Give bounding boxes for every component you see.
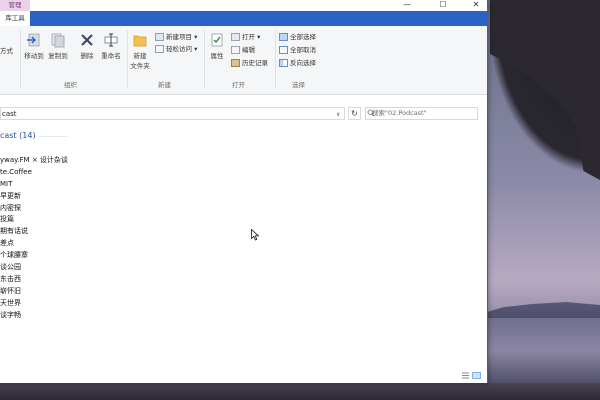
list-item[interactable]: 期有话说 <box>0 226 68 238</box>
edit-label: 编辑 <box>242 46 255 54</box>
easy-access-icon <box>155 45 164 53</box>
address-bar[interactable]: cast <box>0 107 345 120</box>
file-explorer-window: 管理 — ☐ ✕ 库工具 方式 移动到 复制到 删除 重命名 组织 新建 文件夹… <box>0 0 488 383</box>
copy-to-icon <box>51 33 65 48</box>
history-label: 历史记录 <box>242 59 268 67</box>
copy-to-button[interactable]: 复制到 <box>47 32 69 60</box>
select-all-button[interactable]: 全部选择 <box>279 32 316 42</box>
easy-access-button[interactable]: 轻松访问 ▾ <box>155 44 197 54</box>
select-all-label: 全部选择 <box>290 33 316 41</box>
rename-icon <box>104 33 118 47</box>
new-folder-button[interactable]: 新建 文件夹 <box>128 32 152 70</box>
group-label-new: 新建 <box>158 81 171 89</box>
delete-label: 删除 <box>80 52 94 60</box>
invert-selection-label: 反向选择 <box>290 59 316 67</box>
list-item[interactable]: 崭怀旧 <box>0 286 68 298</box>
list-item[interactable]: yway.FM × 设计杂谈 <box>0 155 68 167</box>
new-item-label: 新建项目 <box>166 33 192 41</box>
history-button[interactable]: 历史记录 <box>231 58 268 68</box>
open-icon <box>231 33 240 41</box>
new-folder-label: 新建 文件夹 <box>130 52 150 70</box>
refresh-button[interactable]: ↻ <box>348 107 361 120</box>
list-item[interactable]: te.Coffee <box>0 167 68 179</box>
rename-button[interactable]: 重命名 <box>99 32 123 60</box>
details-view-icon[interactable] <box>461 372 470 379</box>
search-placeholder: 搜索"02.Podcast" <box>372 109 427 117</box>
large-icons-view-icon[interactable] <box>472 372 481 379</box>
move-to-icon <box>27 33 40 47</box>
list-item[interactable]: 投篇 <box>0 214 68 226</box>
close-button[interactable]: ✕ <box>465 0 487 11</box>
new-folder-icon <box>133 35 147 47</box>
list-item[interactable]: 天世界 <box>0 298 68 310</box>
mouse-cursor-icon <box>251 229 259 241</box>
list-item[interactable]: 内密探 <box>0 203 68 215</box>
maximize-button[interactable]: ☐ <box>432 0 454 11</box>
group-header-divider <box>39 136 67 137</box>
edit-icon <box>231 46 240 54</box>
group-label-organize: 组织 <box>64 81 77 89</box>
list-item[interactable]: 个球腰寨 <box>0 250 68 262</box>
select-none-label: 全部取消 <box>290 46 316 54</box>
ribbon-tab-row <box>0 11 487 26</box>
list-item[interactable]: MIT <box>0 179 68 191</box>
delete-button[interactable]: 删除 <box>76 32 98 60</box>
properties-button[interactable]: 属性 <box>206 32 228 60</box>
select-all-icon <box>279 33 288 41</box>
partial-ribbon-label[interactable]: 方式 <box>0 46 13 56</box>
delete-icon <box>81 34 93 46</box>
rename-label: 重命名 <box>101 52 121 60</box>
desktop-island <box>487 302 600 320</box>
copy-to-label: 复制到 <box>48 52 68 60</box>
refresh-icon: ↻ <box>351 109 358 118</box>
group-label-select: 选择 <box>292 81 305 89</box>
invert-selection-button[interactable]: 反向选择 <box>279 58 316 68</box>
list-item[interactable]: 谈公园 <box>0 262 68 274</box>
move-to-button[interactable]: 移动到 <box>23 32 45 60</box>
desktop-sea <box>487 318 600 383</box>
new-item-icon <box>155 33 164 41</box>
file-list: yway.FM × 设计杂谈 te.Coffee MIT 早更新 内密探 投篇 … <box>0 155 68 321</box>
address-dropdown-icon[interactable]: ∨ <box>336 111 340 118</box>
open-button[interactable]: 打开 ▾ <box>231 32 260 42</box>
select-none-button[interactable]: 全部取消 <box>279 45 316 55</box>
easy-access-label: 轻松访问 <box>166 45 192 53</box>
search-input[interactable]: 搜索"02.Podcast" <box>365 107 478 120</box>
select-none-icon <box>279 46 288 54</box>
ribbon-separator <box>204 30 205 88</box>
list-item[interactable]: 差点 <box>0 238 68 250</box>
context-tab-manage[interactable]: 管理 <box>0 0 30 11</box>
search-icon <box>367 109 375 117</box>
tab-library-tools[interactable]: 库工具 <box>0 11 30 26</box>
open-label: 打开 <box>242 33 255 41</box>
new-item-button[interactable]: 新建项目 ▾ <box>155 32 197 42</box>
list-item[interactable]: 谈字畅 <box>0 310 68 322</box>
ribbon-separator <box>275 30 276 88</box>
list-item[interactable]: 早更新 <box>0 191 68 203</box>
invert-selection-icon <box>279 59 288 67</box>
history-icon <box>231 59 240 67</box>
ribbon-separator <box>20 30 21 88</box>
group-header[interactable]: cast (14) <box>0 131 36 140</box>
move-to-label: 移动到 <box>24 52 44 60</box>
group-label-open: 打开 <box>232 81 245 89</box>
edit-button[interactable]: 编辑 <box>231 45 255 55</box>
list-item[interactable]: 东击西 <box>0 274 68 286</box>
properties-icon <box>211 33 223 47</box>
properties-label: 属性 <box>210 52 224 60</box>
status-bar <box>0 369 487 383</box>
desktop-foreground <box>0 383 600 400</box>
minimize-button[interactable]: — <box>396 0 418 11</box>
